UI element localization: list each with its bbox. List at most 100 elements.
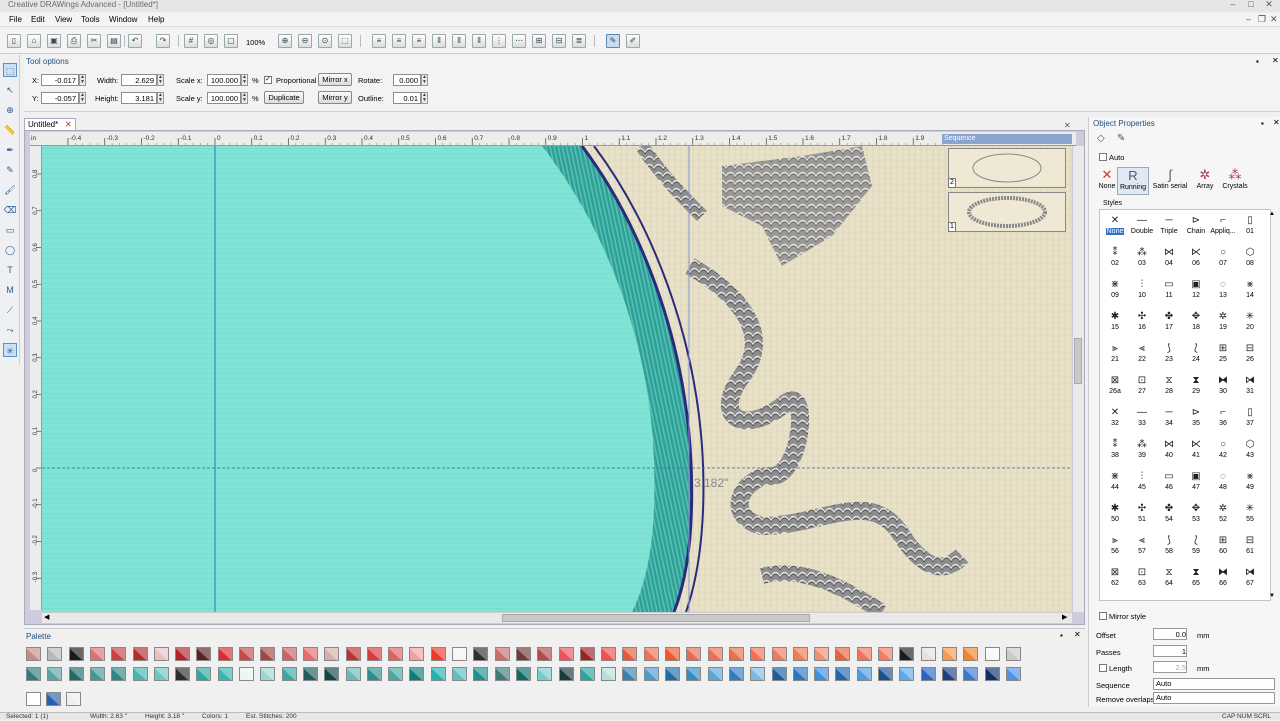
color-swatch[interactable] xyxy=(366,667,382,681)
color-swatch[interactable] xyxy=(473,667,489,681)
color-swatch[interactable] xyxy=(217,647,233,661)
pencil-icon[interactable]: ✎ xyxy=(3,163,17,177)
style-item[interactable]: ⧓ 66 xyxy=(1210,566,1236,598)
color-swatch[interactable] xyxy=(324,647,340,661)
color-swatch[interactable] xyxy=(281,667,297,681)
color-swatch[interactable] xyxy=(452,647,467,661)
mode-running[interactable]: R Running xyxy=(1117,167,1149,195)
color-swatch[interactable] xyxy=(665,667,680,681)
style-item[interactable]: ⁂ 39 xyxy=(1129,438,1155,470)
style-item[interactable]: ─ Triple xyxy=(1156,214,1182,246)
menu-edit[interactable]: Edit xyxy=(31,15,45,24)
style-item[interactable]: ⊳ Chain xyxy=(1183,214,1209,246)
style-item[interactable]: ▯ 01 xyxy=(1237,214,1263,246)
color-swatch[interactable] xyxy=(430,647,446,661)
style-item[interactable]: ⫶ 45 xyxy=(1129,470,1155,502)
styles-scroll-up-icon[interactable]: ▲ xyxy=(1269,211,1275,217)
measure-icon[interactable]: 📏 xyxy=(3,123,17,137)
no-color-swatch[interactable] xyxy=(26,692,41,706)
color-swatch[interactable] xyxy=(153,647,169,661)
style-item[interactable]: ✤ 54 xyxy=(1156,502,1182,534)
color-swatch[interactable] xyxy=(920,647,936,661)
close-panel-icon[interactable]: ✕ xyxy=(1074,630,1081,639)
style-item[interactable]: ⫷ 57 xyxy=(1129,534,1155,566)
outline-input[interactable] xyxy=(393,92,421,104)
color-swatch[interactable] xyxy=(196,647,212,661)
passes-input[interactable] xyxy=(1153,645,1187,657)
proportional-checkbox[interactable]: ✓ xyxy=(264,76,272,84)
mode-crystals[interactable]: ⁂ Crystals xyxy=(1219,167,1251,195)
style-item[interactable]: ─ 34 xyxy=(1156,406,1182,438)
scale-x-spinner[interactable]: ▲ ▼ xyxy=(241,74,248,86)
height-input[interactable] xyxy=(121,92,157,104)
color-swatch[interactable] xyxy=(473,647,489,661)
style-item[interactable]: ⊡ 27 xyxy=(1129,374,1155,406)
color-swatch[interactable] xyxy=(345,647,361,661)
mdi-restore-button[interactable]: ❐ xyxy=(1258,14,1266,25)
remove-overlaps-select[interactable]: Auto xyxy=(1153,692,1275,704)
style-item[interactable]: ✕ None xyxy=(1102,214,1128,246)
color-swatch[interactable] xyxy=(707,667,723,681)
rotate-spinner[interactable]: ▲ ▼ xyxy=(421,74,428,86)
color-swatch[interactable] xyxy=(878,647,893,661)
style-item[interactable]: ⊳ 35 xyxy=(1183,406,1209,438)
color-swatch[interactable] xyxy=(89,647,105,661)
y-spinner[interactable]: ▲ ▼ xyxy=(79,92,86,104)
color-swatch[interactable] xyxy=(324,667,340,681)
path-tool-icon[interactable]: ⤳ xyxy=(3,323,17,337)
style-item[interactable]: ⌐ 36 xyxy=(1210,406,1236,438)
style-item[interactable]: ⧓ 30 xyxy=(1210,374,1236,406)
length-checkbox[interactable] xyxy=(1099,664,1107,672)
color-swatch[interactable] xyxy=(281,647,297,661)
color-swatch[interactable] xyxy=(792,647,808,661)
color-swatch[interactable] xyxy=(26,667,41,681)
style-item[interactable]: ⊟ 61 xyxy=(1237,534,1263,566)
pen-icon[interactable]: ✒ xyxy=(3,143,17,157)
color-swatch[interactable] xyxy=(1005,647,1021,661)
horizontal-ruler[interactable]: -0.4 -0.3 -0.2 -0.1 0 0.1 0.2 0.3 0.4 0.5 0.6 0.7 0.… xyxy=(30,132,1076,146)
duplicate-button[interactable]: Duplicate xyxy=(264,91,304,104)
zoom-tool-icon[interactable]: ⊕ xyxy=(3,103,17,117)
save-icon[interactable]: ▣ xyxy=(47,34,61,48)
style-item[interactable]: ⁂ 03 xyxy=(1129,246,1155,278)
style-item[interactable]: ▭ 11 xyxy=(1156,278,1182,310)
style-item[interactable]: ✕ 32 xyxy=(1102,406,1128,438)
color-swatch[interactable] xyxy=(728,647,744,661)
color-swatch[interactable] xyxy=(175,667,191,681)
style-item[interactable]: ⟆ 58 xyxy=(1156,534,1182,566)
same-size-icon[interactable]: ≣ xyxy=(572,34,586,48)
open-file-icon[interactable]: ⌂ xyxy=(27,34,41,48)
color-swatch[interactable] xyxy=(537,647,553,661)
style-item[interactable]: ✳ 55 xyxy=(1237,502,1263,534)
style-item[interactable]: ⊞ 25 xyxy=(1210,342,1236,374)
color-swatch[interactable] xyxy=(899,647,915,661)
color-swatch[interactable] xyxy=(260,667,276,681)
style-item[interactable]: ⌐ Appliq... xyxy=(1210,214,1236,246)
scroll-left-icon[interactable]: ◀ xyxy=(44,613,49,621)
style-item[interactable]: ⋉ 41 xyxy=(1183,438,1209,470)
color-swatch[interactable] xyxy=(601,647,617,661)
select-arrow-icon[interactable]: ⬚ xyxy=(3,63,17,77)
color-swatch[interactable] xyxy=(452,667,467,681)
styles-scroll-down-icon[interactable]: ▼ xyxy=(1269,593,1275,599)
color-swatch[interactable] xyxy=(579,647,595,661)
color-swatch[interactable] xyxy=(856,667,872,681)
width-spinner[interactable]: ▲ ▼ xyxy=(157,74,164,86)
zoom-fit-icon[interactable]: ⊙ xyxy=(318,34,332,48)
document-tab[interactable]: Untitled* ✕ xyxy=(24,118,76,130)
style-item[interactable]: ⨳ 49 xyxy=(1237,470,1263,502)
select-tool-icon[interactable]: ⬚ xyxy=(338,34,352,48)
color-swatch[interactable] xyxy=(558,667,574,681)
color-swatch[interactable] xyxy=(963,667,979,681)
color-swatch[interactable] xyxy=(302,667,318,681)
length-input[interactable] xyxy=(1153,661,1187,673)
color-swatch[interactable] xyxy=(750,667,766,681)
color-swatch[interactable] xyxy=(302,647,318,661)
style-item[interactable]: ⊡ 63 xyxy=(1129,566,1155,598)
color-swatch[interactable] xyxy=(388,647,404,661)
style-item[interactable]: ▣ 12 xyxy=(1183,278,1209,310)
color-swatch[interactable] xyxy=(132,647,148,661)
height-spinner[interactable]: ▲ ▼ xyxy=(157,92,164,104)
sequence-item[interactable]: 2 xyxy=(948,148,1066,188)
style-item[interactable]: ⋇ 09 xyxy=(1102,278,1128,310)
